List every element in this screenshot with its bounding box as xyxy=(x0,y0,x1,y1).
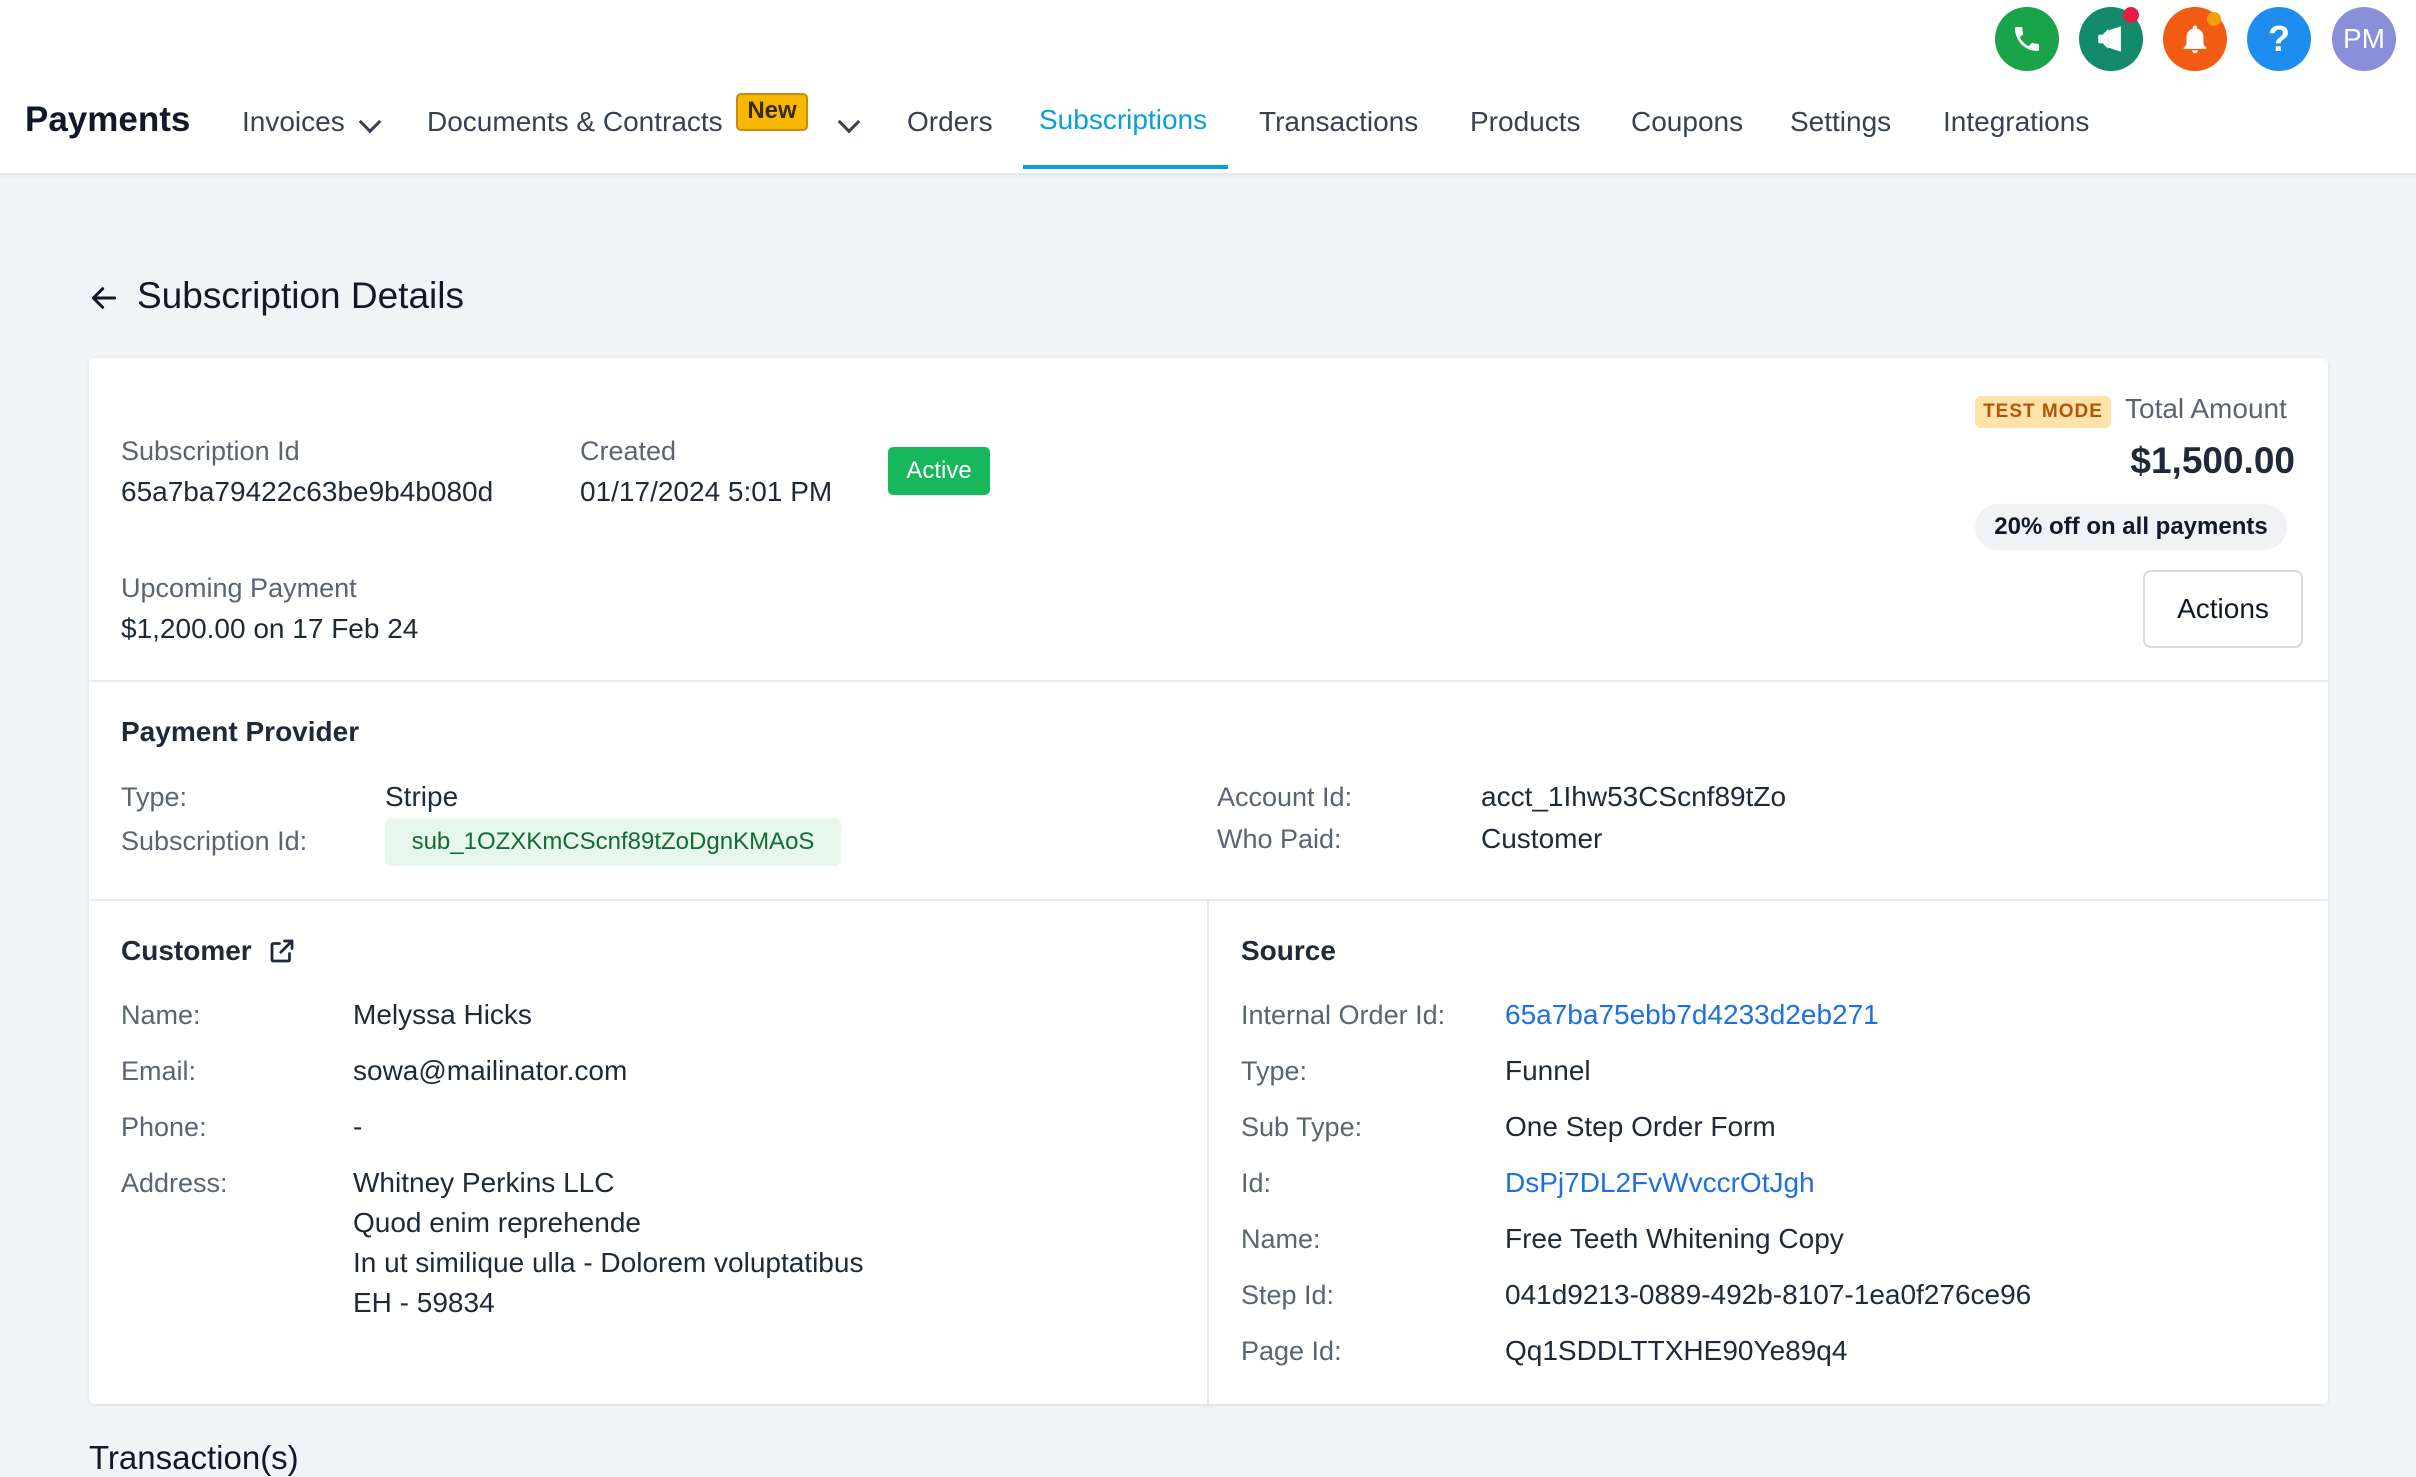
source-type-label: Type: xyxy=(1241,1056,1308,1086)
upcoming-payment-value: $1,200.00 on 17 Feb 24 xyxy=(121,613,419,644)
phone-icon xyxy=(2015,27,2039,51)
who-paid-label: Who Paid: xyxy=(1217,824,1342,854)
nav-settings[interactable]: Settings xyxy=(1790,106,1891,138)
account-id-label: Account Id: xyxy=(1217,782,1353,812)
actions-button[interactable]: Actions xyxy=(2143,570,2303,648)
chevron-down-icon[interactable] xyxy=(358,110,382,134)
address-line: In ut similique ulla - Dolorem voluptati… xyxy=(353,1247,864,1278)
created-value: 01/17/2024 5:01 PM xyxy=(580,476,833,507)
notification-dot xyxy=(2207,12,2221,26)
customer-email-label: Email: xyxy=(121,1056,197,1086)
new-badge: New xyxy=(736,93,808,131)
source-name-value: Free Teeth Whitening Copy xyxy=(1505,1223,1844,1254)
address-line: EH - 59834 xyxy=(353,1287,495,1318)
address-line: Whitney Perkins LLC xyxy=(353,1167,615,1198)
source-type-value: Funnel xyxy=(1505,1055,1591,1086)
provider-type-value: Stripe xyxy=(385,781,459,812)
customer-title: Customer xyxy=(121,935,252,966)
back-arrow-icon[interactable] xyxy=(88,282,120,314)
payment-provider-title: Payment Provider xyxy=(121,716,360,747)
discount-pill: 20% off on all payments xyxy=(1975,504,2287,550)
customer-phone-value: - xyxy=(353,1111,363,1142)
page-title: Subscription Details xyxy=(137,275,464,316)
internal-order-id-link[interactable]: 65a7ba75ebb7d4233d2eb271 xyxy=(1505,999,1879,1031)
phone-button[interactable] xyxy=(1995,7,2059,71)
source-title: Source xyxy=(1241,935,1336,966)
nav-documents-contracts[interactable]: Documents & Contracts xyxy=(427,106,723,138)
subscription-id-label: Subscription Id xyxy=(121,436,300,466)
source-subtype-value: One Step Order Form xyxy=(1505,1111,1776,1142)
subscription-details-card: Subscription Id 65a7ba79422c63be9b4b080d… xyxy=(89,358,2328,1404)
transactions-heading: Transaction(s) xyxy=(89,1439,299,1476)
external-link-icon[interactable] xyxy=(267,936,297,966)
nav-products[interactable]: Products xyxy=(1470,106,1581,138)
address-line: Quod enim reprehende xyxy=(353,1207,641,1238)
page-id-value: Qq1SDDLTTXHE90Ye89q4 xyxy=(1505,1335,1848,1366)
provider-subscription-id-label: Subscription Id: xyxy=(121,826,308,856)
nav-coupons[interactable]: Coupons xyxy=(1631,106,1743,138)
active-tab-indicator xyxy=(1023,165,1228,169)
help-icon: ? xyxy=(2268,18,2290,59)
total-amount-value: $1,500.00 xyxy=(2130,440,2295,481)
subscription-id-value: 65a7ba79422c63be9b4b080d xyxy=(121,476,494,507)
customer-name-value: Melyssa Hicks xyxy=(353,999,532,1030)
page-id-label: Page Id: xyxy=(1241,1336,1342,1366)
notification-dot xyxy=(2123,7,2139,23)
step-id-label: Step Id: xyxy=(1241,1280,1335,1310)
app-title: Payments xyxy=(25,100,191,139)
megaphone-icon xyxy=(2098,26,2121,52)
upcoming-payment-label: Upcoming Payment xyxy=(121,573,357,603)
internal-order-id-label: Internal Order Id: xyxy=(1241,1000,1446,1030)
source-id-label: Id: xyxy=(1241,1168,1272,1198)
provider-subscription-id-value: sub_1OZXKmCScnf89tZoDgnKMAoS xyxy=(385,818,841,866)
column-divider xyxy=(1207,899,1209,1404)
provider-type-label: Type: xyxy=(121,782,188,812)
account-id-value: acct_1Ihw53CScnf89tZo xyxy=(1481,781,1787,812)
who-paid-value: Customer xyxy=(1481,823,1603,854)
nav-invoices[interactable]: Invoices xyxy=(242,106,345,138)
step-id-value: 041d9213-0889-492b-8107-1ea0f276ce96 xyxy=(1505,1279,2032,1310)
avatar[interactable]: PM xyxy=(2332,7,2396,71)
customer-email-value: sowa@mailinator.com xyxy=(353,1055,628,1086)
nav-subscriptions[interactable]: Subscriptions xyxy=(1039,104,1207,136)
bell-icon xyxy=(2183,25,2207,54)
total-amount-label: Total Amount xyxy=(2125,393,2287,424)
nav-integrations[interactable]: Integrations xyxy=(1943,106,2089,138)
source-id-link[interactable]: DsPj7DL2FvWvccrOtJgh xyxy=(1505,1167,1815,1199)
nav-orders[interactable]: Orders xyxy=(907,106,993,138)
chevron-down-icon[interactable] xyxy=(837,110,861,134)
help-button[interactable]: ? xyxy=(2247,7,2311,71)
status-badge: Active xyxy=(888,447,990,495)
customer-phone-label: Phone: xyxy=(121,1112,207,1142)
test-mode-badge: TEST MODE xyxy=(1975,396,2111,428)
top-navigation-bar: Payments Invoices Documents & Contracts … xyxy=(0,0,2416,175)
customer-address-label: Address: xyxy=(121,1168,228,1198)
created-label: Created xyxy=(580,436,677,466)
section-divider xyxy=(89,680,2328,682)
customer-name-label: Name: xyxy=(121,1000,201,1030)
source-subtype-label: Sub Type: xyxy=(1241,1112,1363,1142)
nav-transactions[interactable]: Transactions xyxy=(1259,106,1418,138)
source-name-label: Name: xyxy=(1241,1224,1321,1254)
